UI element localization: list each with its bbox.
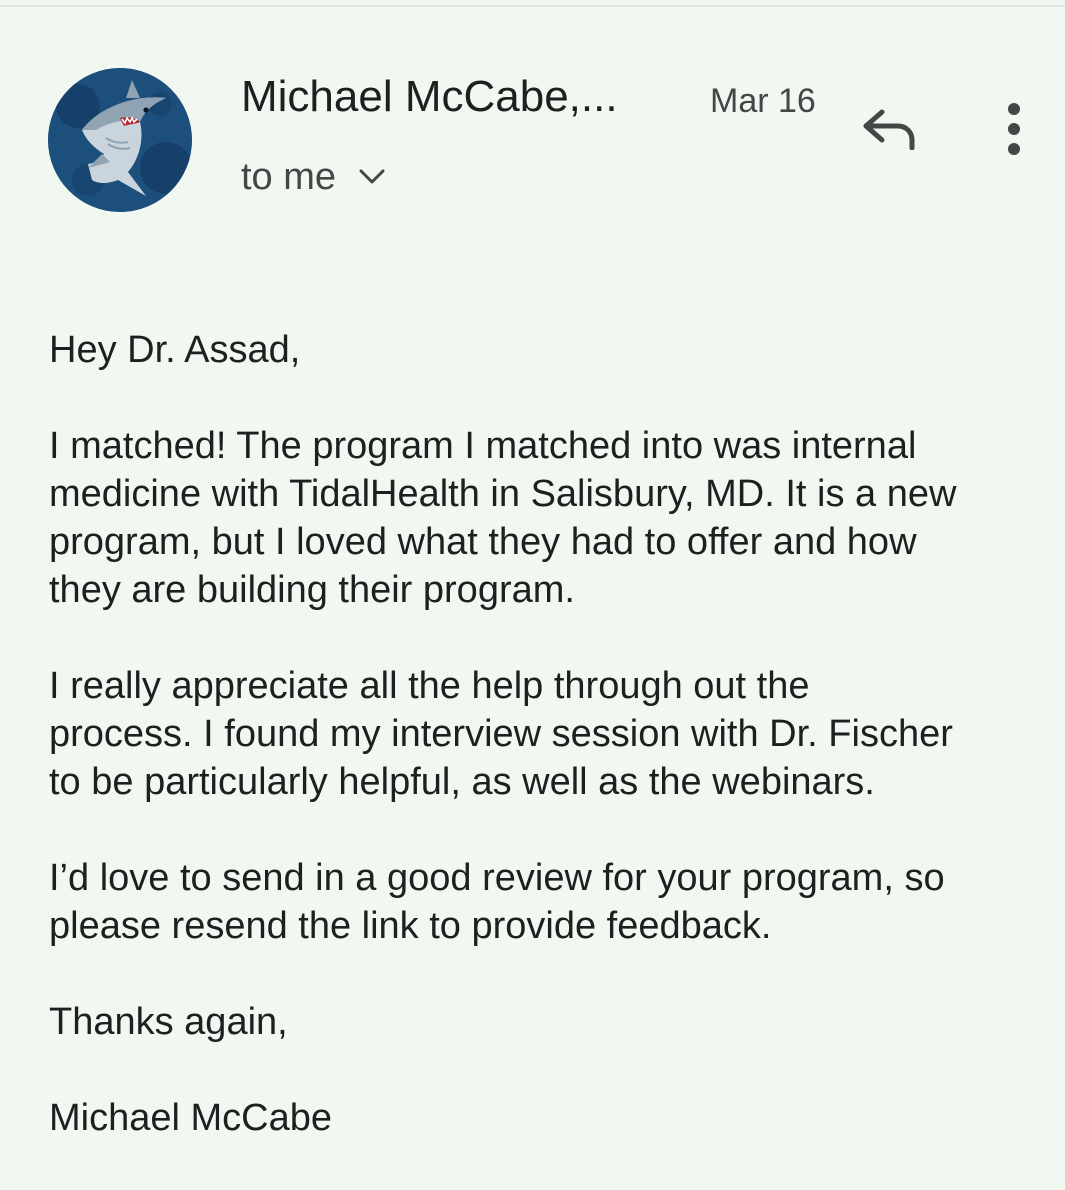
message-paragraph: I’d love to send in a good review for yo… [49, 857, 945, 947]
message-greeting: Hey Dr. Assad, [49, 329, 301, 371]
message-signature: Michael McCabe [49, 1097, 332, 1139]
reply-button[interactable] [852, 98, 924, 158]
more-vert-icon [1008, 103, 1020, 155]
message-date: Mar 16 [710, 82, 816, 120]
message-paragraph: I matched! The program I matched into wa… [49, 425, 957, 611]
message-header: Michael McCabe,... Mar 16 to me [0, 0, 1065, 240]
sender-name[interactable]: Michael McCabe,... [241, 70, 618, 124]
sender-avatar[interactable] [48, 68, 192, 212]
shark-icon [48, 68, 192, 212]
recipient-details-toggle[interactable]: to me [241, 152, 386, 202]
message-body: Hey Dr. Assad, I matched! The program I … [49, 326, 1039, 1190]
chevron-down-icon [358, 167, 386, 192]
message-closing: Thanks again, [49, 1001, 288, 1043]
reply-icon [863, 109, 915, 150]
message-paragraph: I really appreciate all the help through… [49, 665, 953, 803]
recipient-label: to me [241, 156, 337, 198]
more-options-button[interactable] [990, 98, 1038, 160]
